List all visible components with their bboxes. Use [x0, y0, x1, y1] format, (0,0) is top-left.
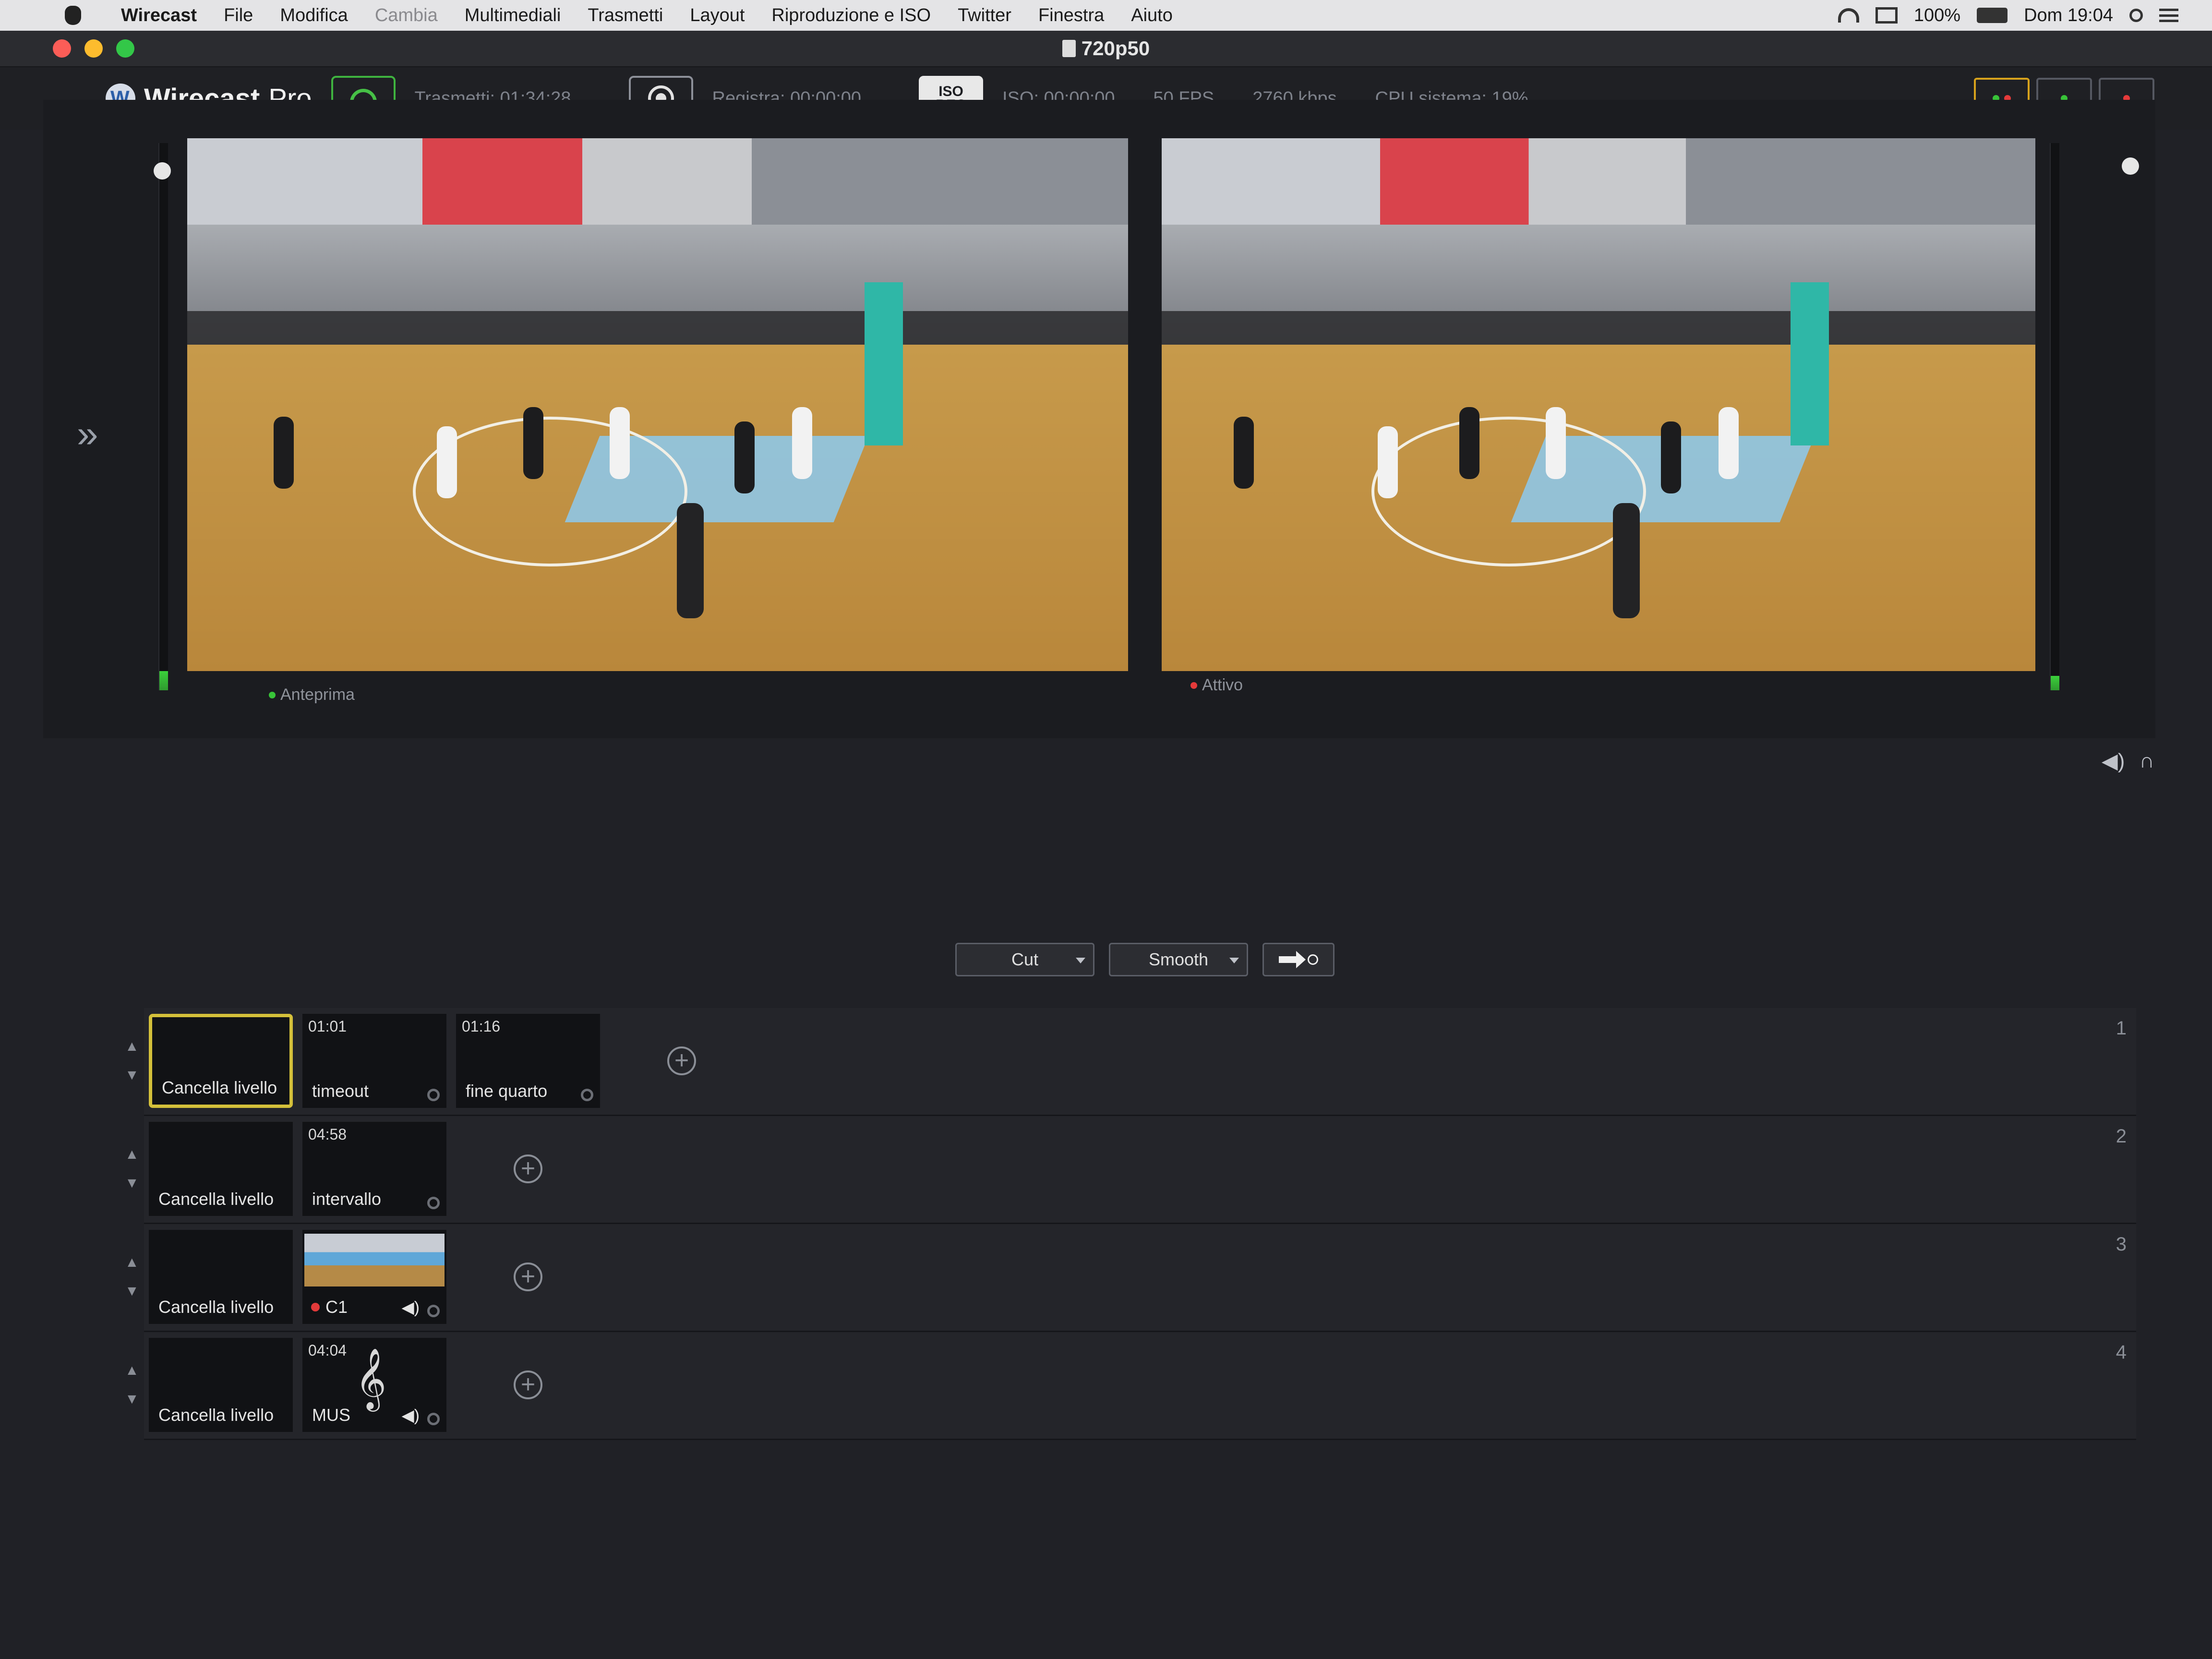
clear-layer-label: Cancella livello: [162, 1078, 277, 1097]
layer-row: ▲ ▼ Cancella livello 01:01 timeout 01:16 …: [125, 1008, 2136, 1116]
camera-thumbnail: [304, 1234, 445, 1286]
transition-controls: Cut Smooth: [955, 943, 1334, 976]
live-label-text: Attivo: [1202, 676, 1243, 694]
battery-percent: 100%: [1913, 5, 1961, 25]
transition-cut-select[interactable]: Cut: [955, 943, 1094, 976]
headphones-icon[interactable]: ∩: [2139, 749, 2154, 773]
layer-number: 4: [2116, 1342, 2127, 1363]
menu-finestra[interactable]: Finestra: [1025, 5, 1118, 26]
monitor-tools: ◀) ∩: [2102, 749, 2154, 773]
apple-menu-icon[interactable]: [58, 6, 88, 25]
live-video[interactable]: [1162, 138, 2035, 671]
add-shot-button[interactable]: +: [667, 1046, 696, 1075]
layer-number: 1: [2116, 1018, 2127, 1039]
shot-name: fine quarto: [466, 1081, 548, 1101]
layer-number: 2: [2116, 1126, 2127, 1147]
preview-audio-meter: [158, 143, 168, 690]
preview-label: Anteprima: [269, 685, 355, 704]
go-button[interactable]: [1262, 943, 1334, 976]
menu-multimediali[interactable]: Multimediali: [451, 5, 575, 26]
shot-duration: 04:04: [308, 1342, 347, 1359]
shot-duration: 01:16: [462, 1018, 501, 1035]
shot-name: timeout: [312, 1081, 369, 1101]
clear-layer-shot[interactable]: Cancella livello: [149, 1230, 293, 1324]
live-label: Attivo: [1190, 676, 1243, 695]
shot-camera-c1[interactable]: C1 ◀): [302, 1230, 446, 1324]
menu-bar: Wirecast File Modifica Cambia Multimedia…: [0, 0, 2212, 31]
shot-duration: 01:01: [308, 1018, 347, 1035]
clear-layer-label: Cancella livello: [158, 1297, 274, 1317]
window-title-text: 720p50: [1081, 37, 1150, 60]
live-audio-meter: [2050, 143, 2059, 690]
shot-fine-quarto[interactable]: 01:16 fine quarto: [456, 1014, 600, 1108]
shot-name: intervallo: [312, 1189, 382, 1209]
shot-duration: 04:58: [308, 1126, 347, 1143]
menu-riproduzione-iso[interactable]: Riproduzione e ISO: [758, 5, 944, 26]
shot-timeout[interactable]: 01:01 timeout: [302, 1014, 446, 1108]
layer-number: 3: [2116, 1234, 2127, 1255]
menu-aiuto[interactable]: Aiuto: [1118, 5, 1186, 26]
menu-trasmetti[interactable]: Trasmetti: [574, 5, 676, 26]
preview-status-icon: [269, 691, 276, 698]
menu-layout[interactable]: Layout: [676, 5, 758, 26]
preview-label-text: Anteprima: [280, 685, 355, 704]
layer-reorder-arrows[interactable]: ▲ ▼: [125, 1140, 139, 1198]
main-view: » Anteprima Attivo: [43, 100, 2155, 738]
live-volume-knob[interactable]: [2122, 157, 2139, 175]
clear-layer-label: Cancella livello: [158, 1405, 274, 1425]
shot-name: MUS: [312, 1405, 350, 1425]
live-indicator-icon: [311, 1303, 320, 1311]
clear-layer-shot[interactable]: Cancella livello: [149, 1014, 293, 1108]
expand-sidebar-icon[interactable]: »: [77, 412, 98, 456]
layer-reorder-arrows[interactable]: ▲ ▼: [125, 1356, 139, 1414]
layers-panel: ▲ ▼ Cancella livello 01:01 timeout 01:16 …: [125, 1008, 2136, 1440]
speaker-icon[interactable]: ◀): [402, 1298, 420, 1317]
clear-layer-label: Cancella livello: [158, 1189, 274, 1209]
gear-icon[interactable]: [427, 1305, 440, 1317]
shot-intervallo[interactable]: 04:58 intervallo: [302, 1122, 446, 1216]
window-titlebar: 720p50: [0, 31, 2212, 67]
spotlight-search-icon[interactable]: [2129, 9, 2143, 22]
notification-center-icon[interactable]: [2159, 9, 2178, 22]
menu-cambia[interactable]: Cambia: [361, 5, 451, 26]
transition-smooth-select[interactable]: Smooth: [1109, 943, 1248, 976]
menu-wirecast[interactable]: Wirecast: [108, 5, 210, 26]
menu-modifica[interactable]: Modifica: [266, 5, 361, 26]
gear-icon[interactable]: [427, 1197, 440, 1209]
layer-reorder-arrows[interactable]: ▲ ▼: [125, 1248, 139, 1306]
wifi-icon[interactable]: [1838, 8, 1859, 23]
layer-row: ▲ ▼ Cancella livello 04:04 𝄞 MUS ◀) + 4: [125, 1332, 2136, 1440]
layer-row: ▲ ▼ Cancella livello 04:58 intervallo + 2: [125, 1116, 2136, 1224]
arrow-right-icon: [1279, 951, 1306, 968]
battery-icon[interactable]: [1977, 8, 2008, 23]
clear-layer-shot[interactable]: Cancella livello: [149, 1338, 293, 1432]
menubar-clock[interactable]: Dom 19:04: [2024, 5, 2113, 26]
layer-reorder-arrows[interactable]: ▲ ▼: [125, 1032, 139, 1090]
airplay-icon[interactable]: [1875, 7, 1898, 24]
speaker-icon[interactable]: ◀): [2102, 749, 2125, 773]
layer-row: ▲ ▼ Cancella livello C1 ◀) + 3: [125, 1224, 2136, 1332]
gear-icon[interactable]: [427, 1413, 440, 1425]
menu-file[interactable]: File: [210, 5, 266, 26]
shot-music[interactable]: 04:04 𝄞 MUS ◀): [302, 1338, 446, 1432]
window-title: 720p50: [0, 37, 2212, 60]
speaker-icon[interactable]: ◀): [402, 1406, 420, 1425]
preview-video[interactable]: [187, 138, 1128, 671]
add-shot-button[interactable]: +: [514, 1370, 542, 1399]
gear-icon[interactable]: [427, 1089, 440, 1101]
clear-layer-shot[interactable]: Cancella livello: [149, 1122, 293, 1216]
add-shot-button[interactable]: +: [514, 1154, 542, 1183]
preview-volume-knob[interactable]: [154, 162, 171, 180]
gear-icon[interactable]: [581, 1089, 593, 1101]
document-icon: [1062, 40, 1076, 57]
add-shot-button[interactable]: +: [514, 1262, 542, 1291]
menu-twitter[interactable]: Twitter: [944, 5, 1025, 26]
live-status-icon: [1190, 682, 1197, 689]
shot-name: C1: [325, 1297, 348, 1317]
transition-speed-icon: [1308, 954, 1318, 965]
music-note-icon: 𝄞: [355, 1347, 387, 1409]
